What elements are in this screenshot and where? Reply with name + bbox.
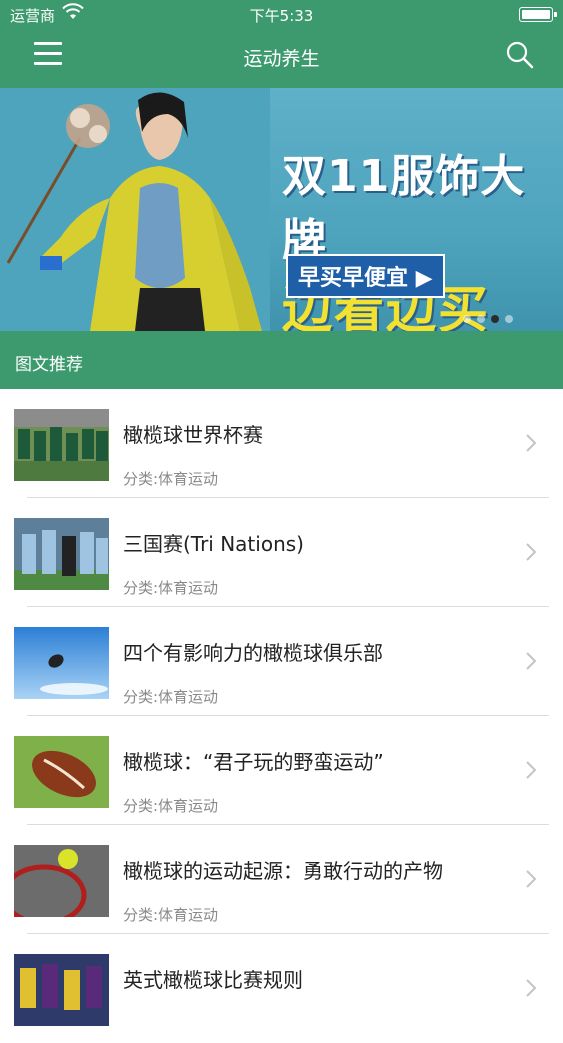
promo-banner[interactable]: 双11服饰大牌 边看边买 早买早便宜 ▶ xyxy=(0,88,563,331)
page-dot[interactable] xyxy=(463,315,471,323)
list-item[interactable]: 四个有影响力的橄榄球俱乐部 分类:体育运动 xyxy=(0,607,563,716)
chevron-right-icon xyxy=(526,979,537,997)
article-title: 橄榄球的运动起源：勇敢行动的产物 xyxy=(123,859,443,883)
article-category: 分类:体育运动 xyxy=(123,579,219,597)
article-title: 橄榄球世界杯赛 xyxy=(123,423,263,447)
article-title: 三国赛(Tri Nations) xyxy=(123,532,304,556)
article-category: 分类:体育运动 xyxy=(123,470,219,488)
article-title: 橄榄球：“君子玩的野蛮运动” xyxy=(123,750,384,774)
article-title: 英式橄榄球比赛规则 xyxy=(123,968,303,992)
list-item[interactable]: 三国赛(Tri Nations) 分类:体育运动 xyxy=(0,498,563,607)
chevron-right-icon xyxy=(526,434,537,452)
list-item[interactable]: 橄榄球：“君子玩的野蛮运动” 分类:体育运动 xyxy=(0,716,563,825)
article-thumbnail xyxy=(14,954,109,1026)
banner-cta-button[interactable]: 早买早便宜 ▶ xyxy=(286,254,445,298)
article-category: 分类:体育运动 xyxy=(123,797,219,815)
article-category: 分类:体育运动 xyxy=(123,906,219,924)
banner-page-indicator[interactable] xyxy=(463,315,513,323)
article-list: 橄榄球世界杯赛 分类:体育运动 三国赛(Tri Nations) 分类:体育运动… xyxy=(0,389,563,1043)
chevron-right-icon xyxy=(526,652,537,670)
banner-model-image xyxy=(0,88,270,331)
article-thumbnail xyxy=(14,409,109,481)
status-bar: 运营商 下午5:33 xyxy=(0,0,563,30)
banner-text: 双11服饰大牌 边看边买 早买早便宜 ▶ xyxy=(282,140,552,331)
status-time: 下午5:33 xyxy=(249,7,314,25)
chevron-right-icon xyxy=(526,761,537,779)
section-header: 图文推荐 xyxy=(0,331,563,389)
article-thumbnail xyxy=(14,518,109,590)
article-category: 分类:体育运动 xyxy=(123,688,219,706)
list-item[interactable]: 橄榄球世界杯赛 分类:体育运动 xyxy=(0,389,563,498)
article-thumbnail xyxy=(14,845,109,917)
chevron-right-icon xyxy=(526,543,537,561)
page-title: 运动养生 xyxy=(243,48,320,70)
article-title: 四个有影响力的橄榄球俱乐部 xyxy=(123,641,383,665)
banner-headline: 双11服饰大牌 xyxy=(282,151,526,266)
battery-icon xyxy=(519,7,557,22)
article-thumbnail xyxy=(14,627,109,699)
section-title: 图文推荐 xyxy=(15,355,83,375)
page-dot-active[interactable] xyxy=(491,315,499,323)
search-icon[interactable] xyxy=(505,40,535,70)
list-item[interactable]: 橄榄球的运动起源：勇敢行动的产物 分类:体育运动 xyxy=(0,825,563,934)
list-item[interactable]: 英式橄榄球比赛规则 xyxy=(0,934,563,1043)
chevron-right-icon xyxy=(526,870,537,888)
article-thumbnail xyxy=(14,736,109,808)
page-dot[interactable] xyxy=(477,315,485,323)
app-header: 运营商 下午5:33 运动养生 xyxy=(0,0,563,88)
page-dot[interactable] xyxy=(505,315,513,323)
